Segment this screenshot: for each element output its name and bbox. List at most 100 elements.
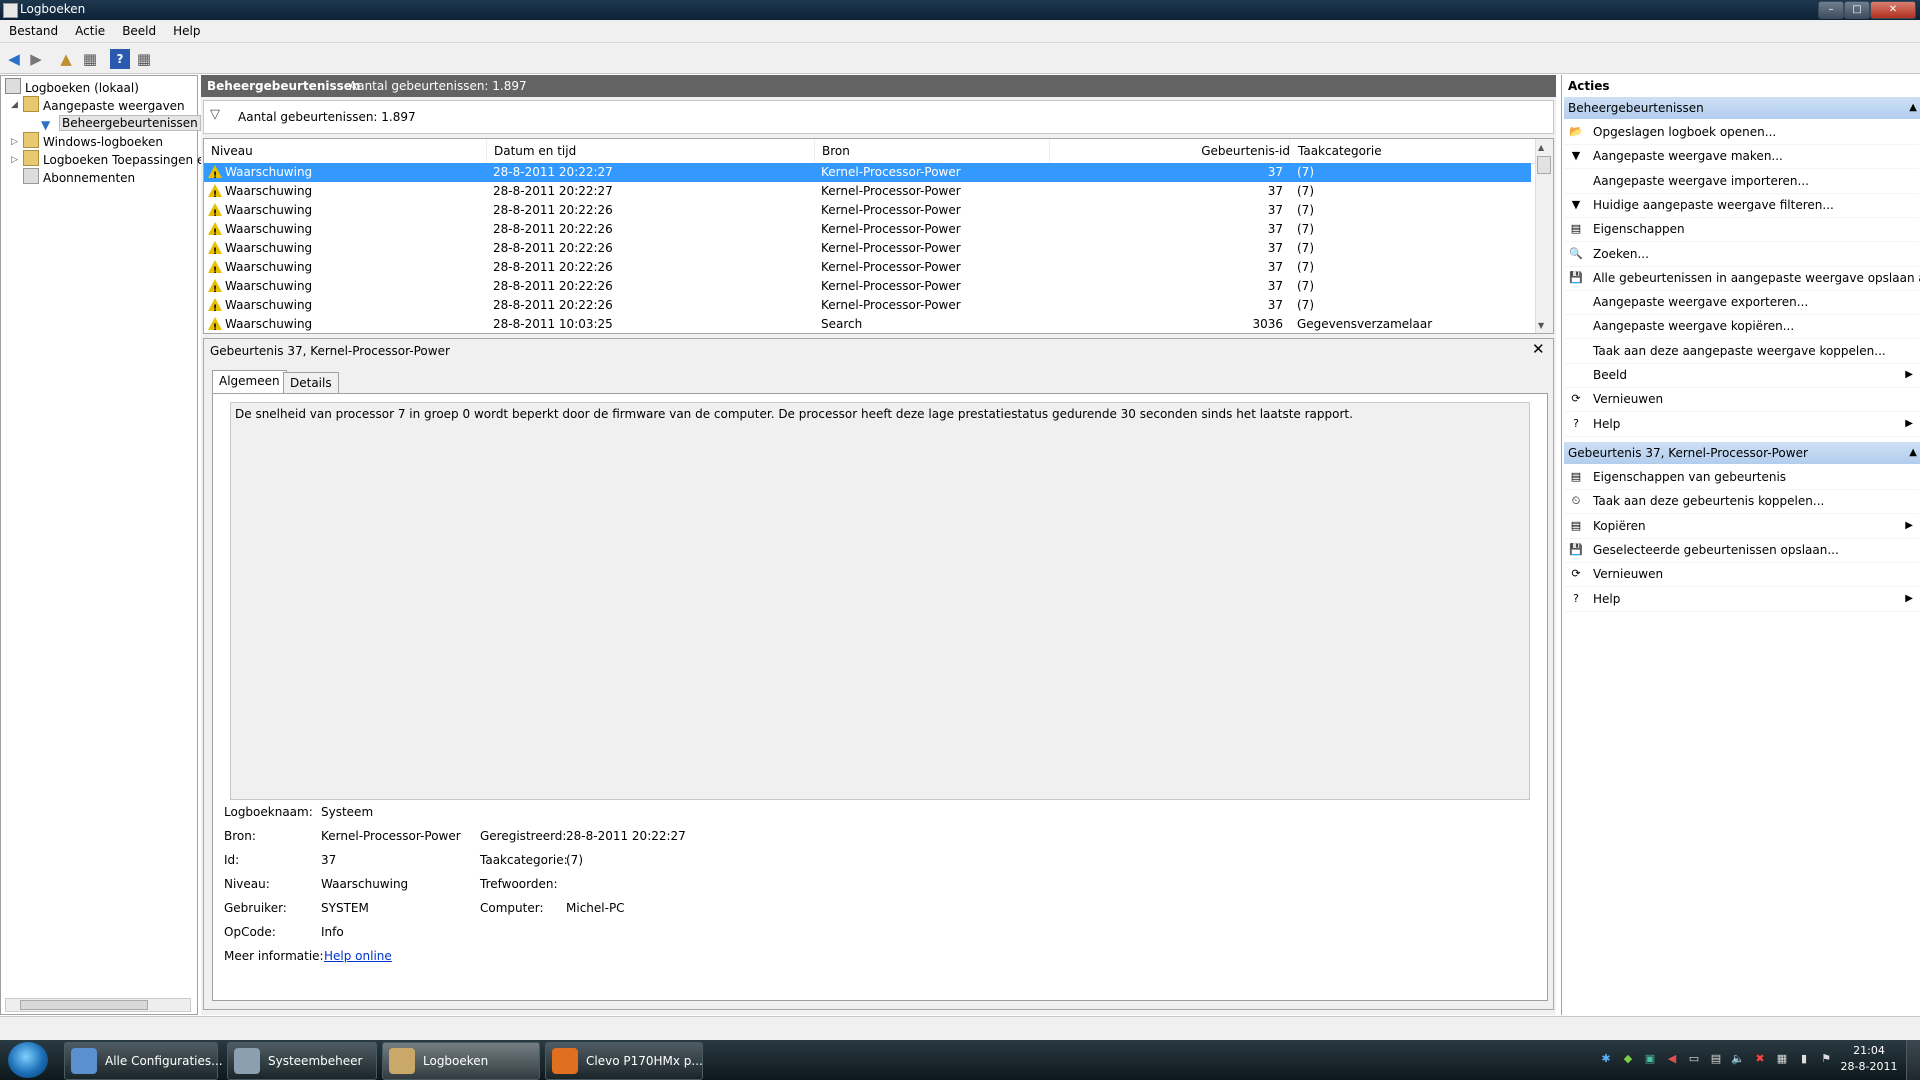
column-header-event-id[interactable]: Gebeurtenis-id [1049, 139, 1296, 164]
action-center-icon[interactable]: ⚑ [1818, 1051, 1834, 1067]
action-item[interactable]: 💾 Geselecteerde gebeurtenissen opslaan... [1564, 538, 1919, 563]
up-folder-icon[interactable]: ▲ [56, 49, 76, 69]
table-row[interactable]: ! Waarschuwing 28-8-2011 20:22:26 Kernel-Pr… [204, 258, 1531, 277]
action-item[interactable]: Beeld ▶ [1564, 363, 1919, 388]
column-header-datetime[interactable]: Datum en tijd [486, 139, 821, 164]
action-label: Eigenschappen [1593, 222, 1685, 237]
column-header-category[interactable]: Taakcategorie [1289, 139, 1540, 164]
taskbar-button[interactable]: Systeembeheer [227, 1042, 377, 1080]
show-desktop-button[interactable] [1906, 1040, 1920, 1080]
clock[interactable]: 21:04 28-8-2011 [1840, 1043, 1898, 1075]
table-row[interactable]: ! Waarschuwing 28-8-2011 20:22:27 Kernel-Pr… [204, 163, 1531, 182]
tree-item-admin-events[interactable]: ▼ Beheergebeurtenissen [41, 114, 201, 132]
action-item[interactable]: Aangepaste weergave exporteren... [1564, 290, 1919, 316]
tab-general-body: De snelheid van processor 7 in groep 0 w… [212, 393, 1548, 1001]
expand-icon[interactable]: ▷ [11, 137, 18, 147]
action-item[interactable]: Taak aan deze aangepaste weergave koppel… [1564, 339, 1919, 364]
table-row[interactable]: ! Waarschuwing 28-8-2011 20:22:26 Kernel-Pr… [204, 239, 1531, 258]
scroll-up-icon[interactable]: ▲ [1538, 143, 1544, 152]
minimize-button[interactable]: – [1818, 1, 1844, 19]
help-icon[interactable]: ? [110, 49, 130, 69]
speaker-icon[interactable]: 🔈 [1730, 1051, 1746, 1067]
taskbar-button[interactable]: Logboeken [382, 1042, 540, 1080]
table-row[interactable]: ! Waarschuwing 28-8-2011 20:22:26 Kernel-Pr… [204, 201, 1531, 220]
action-item[interactable]: ▤ Kopiëren ▶ [1564, 514, 1919, 539]
monitor-icon[interactable]: ▭ [1686, 1051, 1702, 1067]
action-item[interactable]: ▼ Huidige aangepaste weergave filteren... [1564, 193, 1919, 218]
taskbar-button[interactable]: Clevo P170HMx p... [545, 1042, 703, 1080]
volume-app-icon[interactable]: ◀ [1664, 1051, 1680, 1067]
vertical-scrollbar[interactable]: ▲ ▼ [1535, 139, 1553, 333]
action-item[interactable]: ? Help ▶ [1564, 587, 1919, 612]
action-item[interactable]: 🔍 Zoeken... [1564, 242, 1919, 267]
tree-item-custom-views[interactable]: Aangepaste weergaven [23, 96, 185, 114]
action-item[interactable]: ⏲ Taak aan deze gebeurtenis koppelen... [1564, 489, 1919, 515]
bluetooth-icon[interactable]: ✱ [1598, 1051, 1614, 1067]
menu-action[interactable]: Actie [66, 20, 113, 38]
taskbar-button[interactable]: Alle Configuraties... [64, 1042, 223, 1080]
column-header-source[interactable]: Bron [814, 139, 1057, 164]
start-button[interactable] [8, 1042, 48, 1078]
show-hide-tree-icon[interactable]: ▦ [80, 49, 100, 69]
menu-view[interactable]: Beeld [113, 20, 164, 38]
collapse-icon[interactable]: ▲ [1909, 97, 1917, 119]
table-row[interactable]: ! Waarschuwing 28-8-2011 10:03:25 Search 303… [204, 315, 1531, 333]
maximize-button[interactable]: □ [1844, 1, 1870, 19]
app-icon[interactable] [3, 3, 18, 18]
forward-icon[interactable]: ▶ [26, 49, 46, 69]
menu-file[interactable]: Bestand [0, 20, 66, 38]
action-item[interactable]: 💾 Alle gebeurtenissen in aangepaste weerg… [1564, 266, 1920, 291]
horizontal-scrollbar[interactable] [5, 998, 191, 1012]
scroll-thumb[interactable] [1537, 156, 1551, 174]
close-button[interactable]: ✕ [1870, 1, 1916, 19]
actions-title: Acties [1564, 75, 1920, 98]
usb-icon[interactable]: ▤ [1708, 1051, 1724, 1067]
table-row[interactable]: ! Waarschuwing 28-8-2011 20:22:27 Kernel-Pr… [204, 182, 1531, 201]
category-cell: Gegevensverzamelaar [1297, 317, 1433, 331]
action-item[interactable]: ⟳ Vernieuwen [1564, 387, 1919, 413]
action-item[interactable]: ▤ Eigenschappen [1564, 217, 1919, 243]
show-hide-actions-icon[interactable]: ▦ [134, 49, 154, 69]
action-label: Beeld [1593, 368, 1627, 382]
security-icon[interactable]: ✖ [1752, 1051, 1768, 1067]
tree-item-app-logs[interactable]: Logboeken Toepassingen en [23, 150, 212, 168]
help-online-link[interactable]: Help online [324, 949, 392, 963]
table-row[interactable]: ! Waarschuwing 28-8-2011 20:22:26 Kernel-Pr… [204, 220, 1531, 239]
collapse-icon[interactable]: ▲ [1909, 442, 1917, 464]
action-item[interactable]: Aangepaste weergave kopiëren... [1564, 314, 1919, 340]
datetime-cell: 28-8-2011 20:22:26 [493, 222, 613, 236]
tab-details[interactable]: Details [283, 372, 339, 393]
table-row[interactable]: ! Waarschuwing 28-8-2011 20:22:26 Kernel-Pr… [204, 296, 1531, 315]
nvidia-icon[interactable]: ◆ [1620, 1051, 1636, 1067]
action-label: Help [1593, 591, 1621, 606]
tree-item-root[interactable]: Logboeken (lokaal) [5, 78, 139, 96]
scroll-thumb[interactable] [20, 1000, 148, 1010]
network-app-icon[interactable]: ▣ [1642, 1051, 1658, 1067]
tree-item-windows-logs[interactable]: Windows-logboeken [23, 132, 163, 150]
title-bar[interactable]: Logboeken – □ ✕ [0, 0, 1920, 20]
close-detail-icon[interactable]: ✕ [1532, 340, 1545, 358]
keywords-label: Trefwoorden: [480, 877, 558, 891]
action-item[interactable]: ⟳ Vernieuwen [1564, 562, 1919, 588]
menu-help[interactable]: Help [164, 20, 208, 38]
event-id-cell: 37 [1267, 203, 1283, 217]
power-icon[interactable]: ▮ [1796, 1051, 1812, 1067]
tree-item-subscriptions[interactable]: Abonnementen [23, 168, 135, 186]
column-header-level[interactable]: Niveau [204, 139, 486, 164]
actions-section-event[interactable]: Gebeurtenis 37, Kernel-Processor-Power ▲ [1564, 442, 1920, 464]
network-icon[interactable]: ▦ [1774, 1051, 1790, 1067]
event-description[interactable]: De snelheid van processor 7 in groep 0 w… [230, 402, 1530, 800]
action-item[interactable]: ▼ Aangepaste weergave maken... [1564, 144, 1919, 170]
action-item[interactable]: 📂 Opgeslagen logboek openen... [1564, 120, 1919, 145]
table-row[interactable]: ! Waarschuwing 28-8-2011 20:22:26 Kernel-Pr… [204, 277, 1531, 296]
scroll-down-icon[interactable]: ▼ [1538, 321, 1544, 330]
back-icon[interactable]: ◀ [4, 49, 24, 69]
expand-icon[interactable]: ▷ [11, 155, 18, 165]
action-item[interactable]: Aangepaste weergave importeren... [1564, 169, 1919, 194]
actions-section-admin-events[interactable]: Beheergebeurtenissen ▲ [1564, 97, 1920, 119]
collapse-icon[interactable]: ◢ [11, 100, 18, 110]
action-item[interactable]: ▤ Eigenschappen van gebeurtenis [1564, 465, 1919, 490]
action-item[interactable]: ? Help ▶ [1564, 412, 1919, 437]
tab-general[interactable]: Algemeen [212, 370, 287, 393]
action-label: Opgeslagen logboek openen... [1593, 125, 1777, 139]
